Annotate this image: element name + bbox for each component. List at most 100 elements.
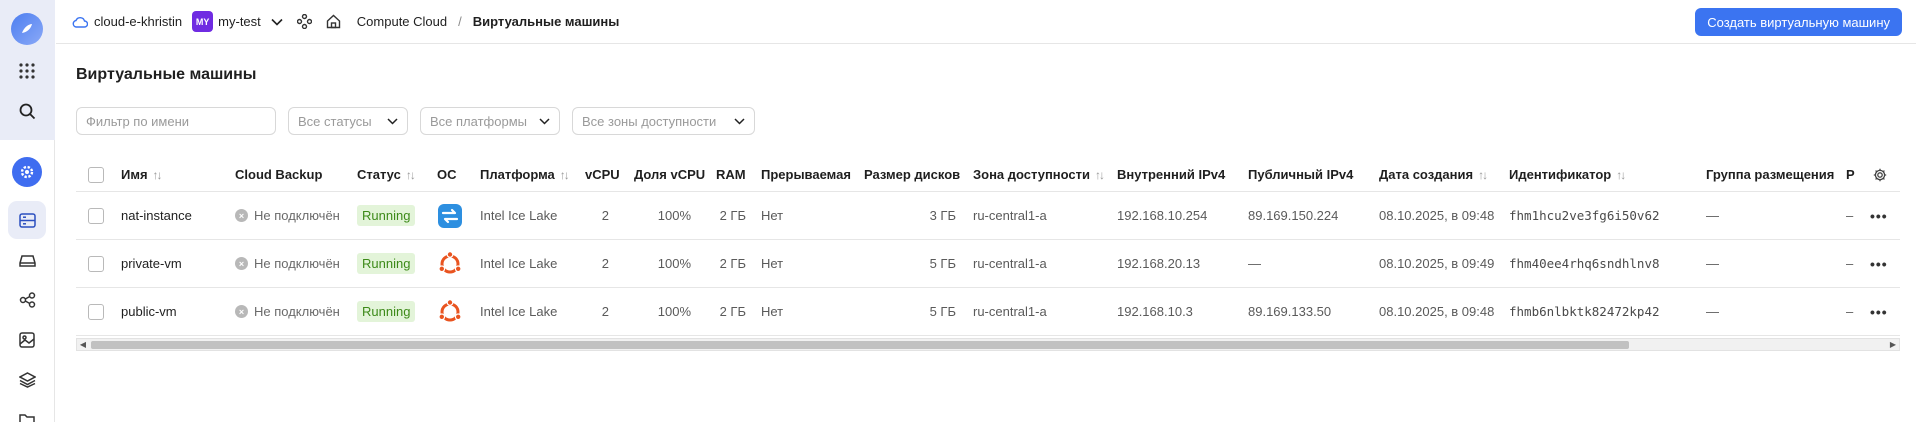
- column-label: Зона доступности: [973, 167, 1091, 182]
- vm-name-link[interactable]: public-vm: [121, 288, 177, 335]
- column-header-id[interactable]: Идентификатор ↑↓: [1509, 158, 1626, 191]
- image-icon: [19, 332, 35, 348]
- status-cell: Running: [357, 192, 416, 239]
- row-checkbox[interactable]: [88, 207, 104, 224]
- preemptible-cell: Нет: [761, 208, 784, 223]
- virtual-machines-nav[interactable]: [8, 201, 46, 239]
- home-icon: [326, 14, 340, 29]
- id-cell: fhm40ee4rhq6sndhlnv8: [1509, 256, 1660, 271]
- breadcrumb-service[interactable]: Compute Cloud: [357, 14, 447, 29]
- ram-cell: 2 ГБ: [719, 208, 746, 223]
- cloud-selector[interactable]: cloud-e-khristin: [72, 14, 182, 29]
- row-actions-button[interactable]: •••: [1870, 240, 1888, 287]
- truncated-cell: –: [1846, 256, 1854, 271]
- scrollbar-thumb[interactable]: [91, 341, 1629, 349]
- os-cell: [437, 240, 463, 287]
- zone-cell: ru-central1-a: [973, 256, 1047, 271]
- folder-name: my-test: [218, 14, 261, 29]
- backup-status: Не подключён: [254, 304, 340, 319]
- vm-name-link[interactable]: nat-instance: [121, 192, 192, 239]
- column-header-name[interactable]: Имя ↑↓: [121, 158, 163, 191]
- status-filter-value: Все статусы: [298, 113, 372, 129]
- breadcrumb-separator: /: [458, 14, 462, 29]
- column-label: Статус: [357, 167, 401, 182]
- zone-filter-select[interactable]: Все зоны доступности: [572, 107, 755, 135]
- top-header: cloud-e-khristin MY my-test Compute Clou…: [56, 0, 1916, 44]
- row-actions-button[interactable]: •••: [1870, 192, 1888, 239]
- x-circle-icon: ×: [235, 257, 248, 270]
- column-label: Прерываемая: [761, 167, 851, 182]
- compute-service-button[interactable]: [8, 153, 46, 191]
- table-row[interactable]: nat-instance × Не подключён Running Intel…: [76, 192, 1900, 240]
- column-header-truncated: Р: [1846, 158, 1855, 191]
- chevron-down-icon: [387, 117, 398, 125]
- table-row[interactable]: public-vm × Не подключён Running Intel Ic…: [76, 288, 1900, 336]
- row-checkbox[interactable]: [88, 303, 104, 320]
- column-label: Р: [1846, 167, 1855, 182]
- truncated-cell: –: [1846, 208, 1854, 223]
- disk-icon: [18, 255, 36, 267]
- snapshots-nav[interactable]: [8, 361, 46, 399]
- more-horizontal-icon: •••: [1870, 303, 1888, 320]
- networks-nav[interactable]: [8, 281, 46, 319]
- folder-selector[interactable]: MY my-test: [192, 11, 261, 32]
- column-header-zone[interactable]: Зона доступности ↑↓: [973, 158, 1105, 191]
- column-label: Размер дисков: [864, 167, 961, 182]
- truncated-cell: –: [1846, 304, 1854, 319]
- breadcrumb-current: Виртуальные машины: [472, 14, 620, 29]
- column-header-platform[interactable]: Платформа ↑↓: [480, 158, 570, 191]
- row-actions-button[interactable]: •••: [1870, 288, 1888, 335]
- cloud-icon: [72, 16, 88, 28]
- table-header-row: Имя ↑↓ Cloud Backup Статус ↑↓ ОС Платформа…: [76, 158, 1900, 192]
- disks-nav[interactable]: [8, 242, 46, 280]
- column-label: Группа размещения: [1706, 167, 1835, 182]
- select-all-cell: [88, 158, 104, 191]
- table-row[interactable]: private-vm × Не подключён Running Intel I…: [76, 240, 1900, 288]
- sort-icon: ↑↓: [559, 167, 570, 182]
- created-cell: 08.10.2025, в 09:48: [1379, 304, 1495, 319]
- row-checkbox[interactable]: [88, 255, 104, 272]
- zone-cell: ru-central1-a: [973, 208, 1047, 223]
- column-header-placement-group: Группа размещения: [1706, 158, 1834, 191]
- network-icon: [19, 292, 35, 308]
- vcpu-share-cell: 100%: [657, 256, 691, 271]
- horizontal-scrollbar[interactable]: ◀ ▶: [76, 338, 1900, 351]
- ipv4-public-cell: 89.169.150.224: [1248, 208, 1339, 223]
- backup-status: Не подключён: [254, 208, 340, 223]
- platform-filter-select[interactable]: Все платформы: [420, 107, 560, 135]
- vm-name-link[interactable]: private-vm: [121, 240, 182, 287]
- column-label: Платформа: [480, 167, 555, 182]
- column-label: Внутренний IPv4: [1117, 167, 1226, 182]
- compute-service-icon: [12, 157, 42, 187]
- cloud-logo-button[interactable]: [8, 10, 46, 48]
- column-header-status[interactable]: Статус ↑↓: [357, 158, 416, 191]
- sort-icon: ↑↓: [1616, 167, 1626, 182]
- folders-nav[interactable]: [8, 401, 46, 422]
- scroll-right-arrow-icon[interactable]: ▶: [1887, 339, 1899, 350]
- home-button[interactable]: [326, 14, 341, 29]
- select-all-checkbox[interactable]: [88, 166, 104, 183]
- search-button[interactable]: [8, 92, 46, 130]
- scroll-left-arrow-icon[interactable]: ◀: [77, 339, 89, 350]
- column-header-created[interactable]: Дата создания ↑↓: [1379, 158, 1488, 191]
- name-filter-input[interactable]: Фильтр по имени: [76, 107, 276, 135]
- table-settings-button[interactable]: [1873, 158, 1887, 191]
- images-nav[interactable]: [8, 321, 46, 359]
- all-services-button[interactable]: [8, 52, 46, 90]
- create-vm-button[interactable]: Создать виртуальную машину: [1695, 8, 1902, 36]
- folder-dropdown-button[interactable]: [271, 18, 283, 26]
- disk-size-cell: 5 ГБ: [929, 256, 956, 271]
- x-circle-icon: ×: [235, 305, 248, 318]
- chevron-down-icon: [734, 117, 745, 125]
- service-tree-button[interactable]: [296, 14, 312, 29]
- id-cell: fhm1hcu2ve3fg6i50v62: [1509, 208, 1660, 223]
- ubuntu-os-icon: [438, 298, 462, 321]
- column-header-backup: Cloud Backup: [235, 158, 322, 191]
- column-label: Дата создания: [1379, 167, 1474, 182]
- ipv4-public-cell: 89.169.133.50: [1248, 304, 1332, 319]
- column-label: Имя: [121, 167, 148, 182]
- ram-cell: 2 ГБ: [719, 304, 746, 319]
- status-filter-select[interactable]: Все статусы: [288, 107, 408, 135]
- column-label: ОС: [437, 167, 457, 182]
- column-label: Идентификатор: [1509, 167, 1612, 182]
